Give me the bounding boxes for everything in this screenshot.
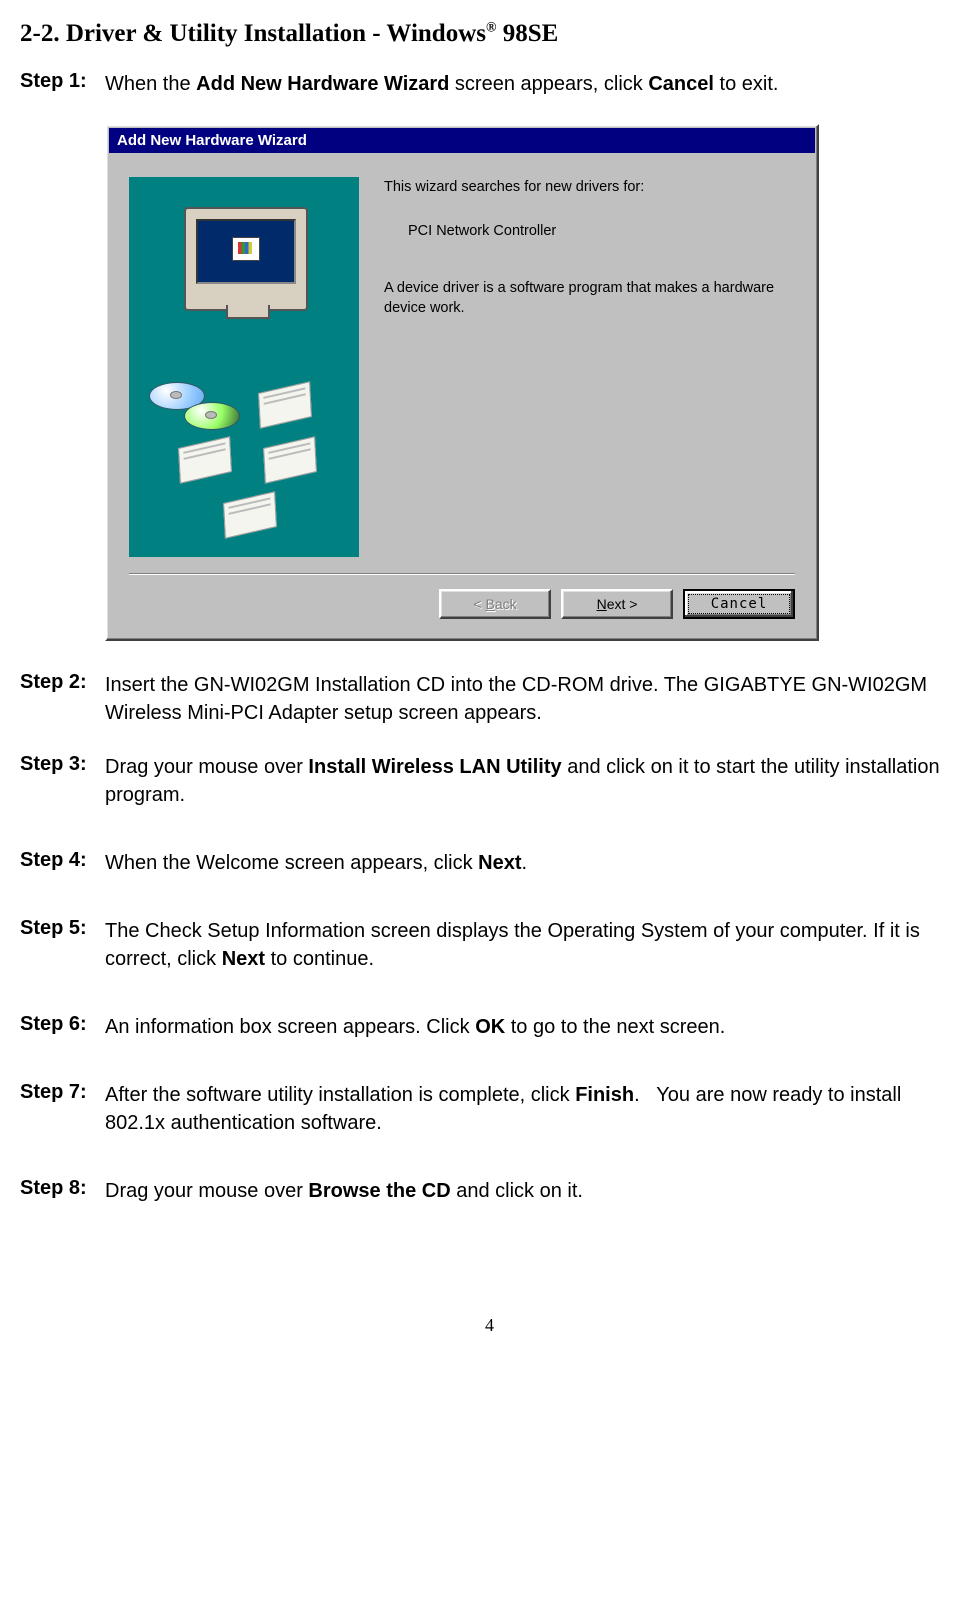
section-heading: 2-2. Driver & Utility Installation - Win…	[20, 20, 959, 48]
dialog-button-row: < Back Next > Cancel	[107, 589, 817, 639]
dialog-intro-text: This wizard searches for new drivers for…	[384, 179, 795, 195]
dialog-device-name: PCI Network Controller	[408, 223, 795, 239]
step-3: Step 3: Drag your mouse over Install Wir…	[20, 753, 959, 809]
heading-suffix: 98SE	[496, 20, 558, 47]
windows-logo-icon	[232, 237, 260, 261]
step-4-text: When the Welcome screen appears, click N…	[105, 849, 959, 877]
step-2: Step 2: Insert the GN-WI02GM Installatio…	[20, 671, 959, 727]
back-button: < Back	[439, 589, 551, 619]
step-5: Step 5: The Check Setup Information scre…	[20, 917, 959, 973]
document-icon	[263, 436, 317, 483]
step-6-text: An information box screen appears. Click…	[105, 1013, 959, 1041]
step-4: Step 4: When the Welcome screen appears,…	[20, 849, 959, 877]
cd-icon	[184, 402, 240, 430]
document-icon	[223, 491, 277, 538]
document-icon	[258, 381, 312, 428]
step-4-label: Step 4:	[20, 849, 105, 872]
step-8: Step 8: Drag your mouse over Browse the …	[20, 1177, 959, 1205]
step-7: Step 7: After the software utility insta…	[20, 1081, 959, 1137]
step-1-label: Step 1:	[20, 70, 105, 93]
dialog-body-text: This wizard searches for new drivers for…	[359, 177, 795, 557]
step-6: Step 6: An information box screen appear…	[20, 1013, 959, 1041]
heading-reg: ®	[486, 21, 496, 36]
step-3-text: Drag your mouse over Install Wireless LA…	[105, 753, 959, 809]
step-8-label: Step 8:	[20, 1177, 105, 1200]
wizard-side-graphic	[129, 177, 359, 557]
page-number: 4	[20, 1315, 959, 1336]
dialog-window: Add New Hardware Wizard This wizard sear…	[105, 124, 819, 641]
heading-prefix: 2-2. Driver & Utility Installation - Win…	[20, 20, 486, 47]
dialog-description-text: A device driver is a software program th…	[384, 279, 795, 318]
step-1: Step 1: When the Add New Hardware Wizard…	[20, 70, 959, 98]
step-5-label: Step 5:	[20, 917, 105, 940]
step-3-label: Step 3:	[20, 753, 105, 776]
monitor-graphic	[184, 207, 308, 311]
step-2-text: Insert the GN-WI02GM Installation CD int…	[105, 671, 959, 727]
step-6-label: Step 6:	[20, 1013, 105, 1036]
step-5-text: The Check Setup Information screen displ…	[105, 917, 959, 973]
step-2-label: Step 2:	[20, 671, 105, 694]
wizard-screenshot: Add New Hardware Wizard This wizard sear…	[105, 124, 959, 641]
step-8-text: Drag your mouse over Browse the CD and c…	[105, 1177, 959, 1205]
dialog-divider	[129, 573, 795, 575]
dialog-titlebar: Add New Hardware Wizard	[109, 128, 815, 153]
document-icon	[178, 436, 232, 483]
step-1-text: When the Add New Hardware Wizard screen …	[105, 70, 959, 98]
cancel-button[interactable]: Cancel	[683, 589, 795, 619]
next-button[interactable]: Next >	[561, 589, 673, 619]
step-7-text: After the software utility installation …	[105, 1081, 959, 1137]
step-7-label: Step 7:	[20, 1081, 105, 1104]
